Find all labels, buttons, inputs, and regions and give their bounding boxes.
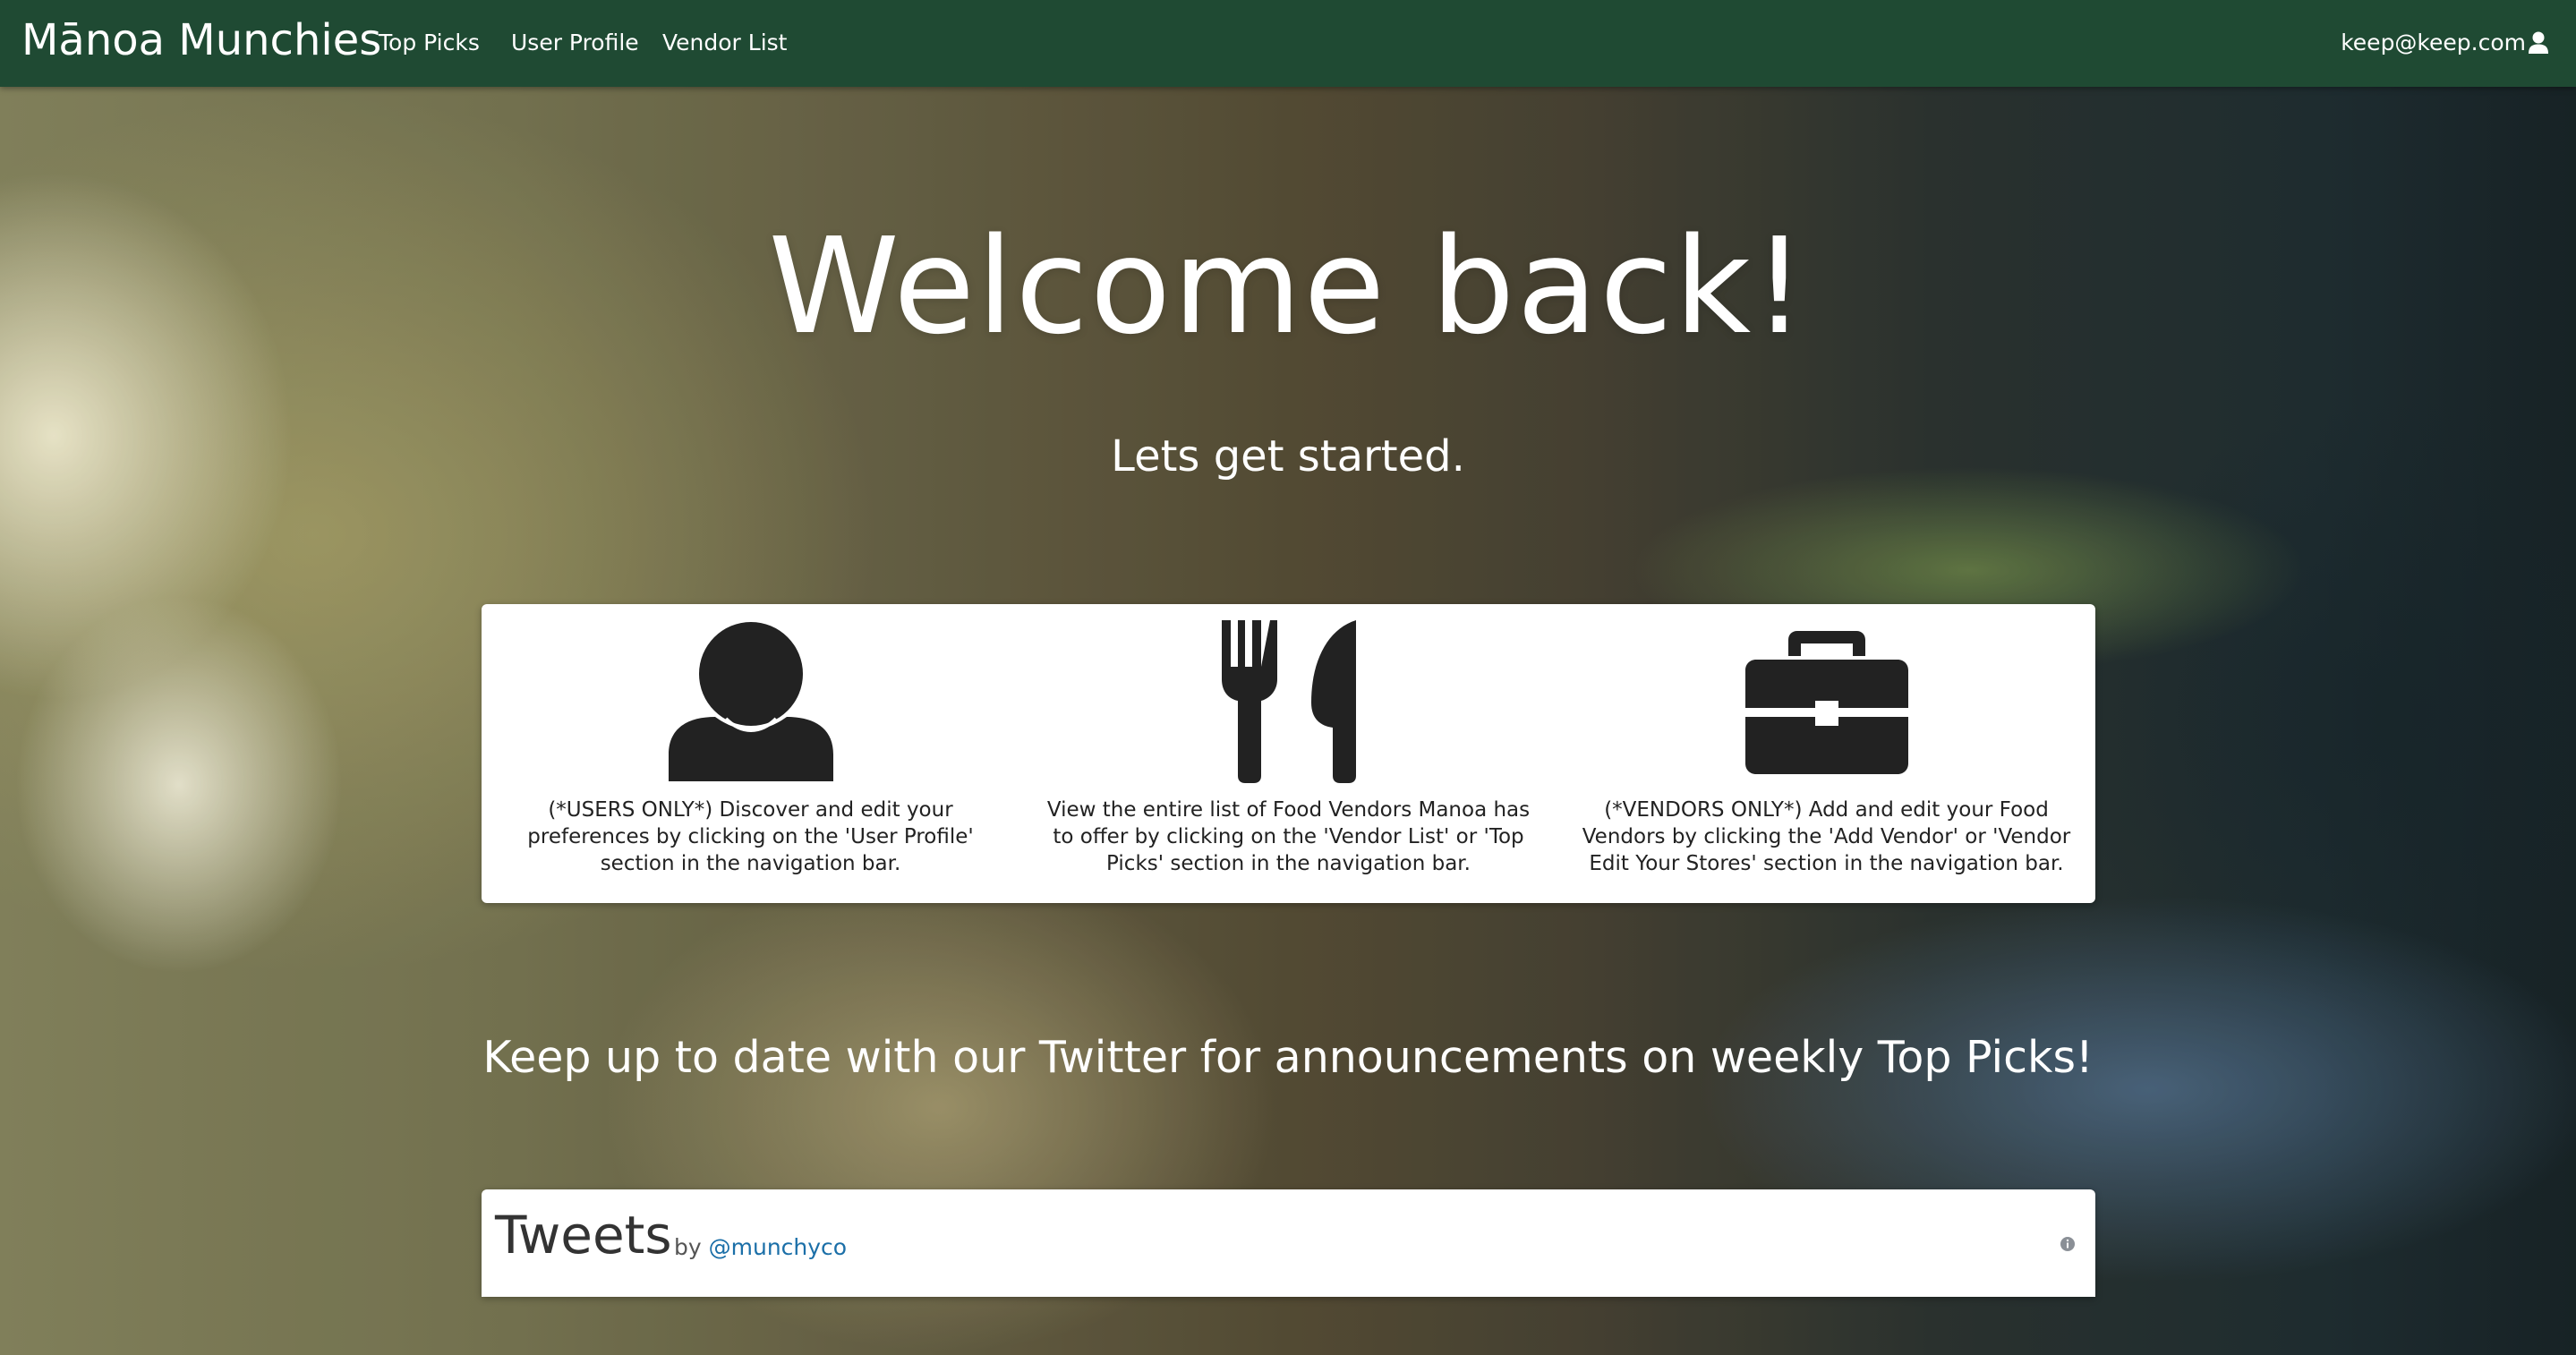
tweets-byline: by @munchyco [674,1234,847,1261]
nav-vendor-list[interactable]: Vendor List [662,27,787,59]
feature-card-vendors-only-text: (*VENDORS ONLY*) Add and edit your Food … [1582,798,2071,875]
info-icon[interactable] [2060,1236,2076,1252]
tweets-by-label: by [674,1234,702,1260]
navbar: Mānoa Munchies Top Picks User Profile Ve… [0,0,2576,87]
feature-cards: (*USERS ONLY*) Discover and edit your pr… [482,604,2095,903]
utensils-icon [1221,620,1356,783]
user-icon [2529,31,2548,54]
tweets-widget: Tweets by @munchyco [482,1189,2095,1297]
welcome-heading: Welcome back! [768,209,1808,363]
twitter-announcement: Keep up to date with our Twitter for ann… [482,1032,2094,1083]
feature-card-vendors-only: (*VENDORS ONLY*) Add and edit your Food … [1557,604,2095,903]
feature-card-users: (*USERS ONLY*) Discover and edit your pr… [482,604,1019,903]
briefcase-icon [1744,631,1908,774]
feature-card-vendors-list-text: View the entire list of Food Vendors Man… [1046,798,1531,875]
feature-card-vendors-list: View the entire list of Food Vendors Man… [1019,604,1557,903]
welcome-subtitle: Lets get started. [1111,431,1465,481]
nav-user-profile[interactable]: User Profile [511,27,639,59]
user-icon [668,622,833,781]
nav-top-picks[interactable]: Top Picks [379,27,480,59]
brand-logo[interactable]: Mānoa Munchies [21,13,381,68]
user-menu[interactable]: keep@keep.com [2341,27,2549,59]
feature-card-users-text: (*USERS ONLY*) Discover and edit your pr… [527,798,974,875]
twitter-handle-link[interactable]: @munchyco [709,1234,847,1260]
user-email: keep@keep.com [2341,30,2526,55]
tweets-title: Tweets [495,1205,672,1266]
